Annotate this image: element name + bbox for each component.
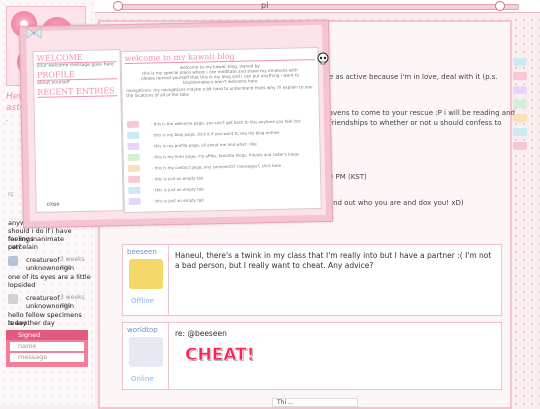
sidebar-sticker-icon — [513, 142, 527, 150]
message-panel: Signed name message — [6, 330, 88, 367]
sidebar-sticker-icon — [513, 114, 527, 122]
blog-notice: navigations: my navigations maybe a bit … — [126, 84, 313, 99]
post-author-panel: beeseen Offline — [123, 245, 169, 315]
tab-icon — [127, 153, 140, 162]
footer-text: Thi ... — [272, 398, 358, 407]
bow-icon — [26, 27, 42, 39]
post-reply-to[interactable]: re: @beeseen — [175, 329, 495, 339]
scroll-end-knob[interactable] — [495, 1, 505, 11]
top-tab-label[interactable]: pl — [261, 1, 268, 10]
chat-avatar[interactable] — [8, 294, 18, 304]
status-badge: Offline — [131, 297, 154, 305]
nav-entry[interactable]: - this is just an empty tab — [128, 193, 315, 206]
post-card: worldtop Online re: @beeseen CHEAT! — [122, 322, 502, 390]
bg-post-text: heavens to come to your rescue :P i will… — [320, 109, 515, 117]
chat-username-sub: unknownorigin — [26, 302, 75, 310]
tab-icon — [128, 197, 141, 206]
chat-username[interactable]: creatureof — [26, 294, 60, 302]
name-field[interactable]: name — [10, 342, 84, 351]
top-scrollbar[interactable]: pl — [95, 0, 540, 13]
tab-icon — [127, 142, 140, 151]
post-avatar[interactable] — [129, 259, 163, 289]
scroll-track[interactable] — [117, 4, 519, 10]
tab-icon — [126, 120, 140, 129]
cheat-sticker: CHEAT! — [185, 345, 255, 366]
scroll-start-knob[interactable] — [113, 1, 123, 11]
welcome-sub: your welcome message goes here — [36, 62, 114, 69]
chat-text: one of its eyes are a little — [8, 273, 91, 281]
blog-card: welcome to my kawaii blog welcome to my … — [120, 47, 322, 214]
sidebar-sticker-icon — [513, 100, 527, 108]
post-username[interactable]: beeseen — [127, 248, 157, 256]
bg-post-text: to friendships to whether or not u shoul… — [320, 119, 502, 127]
post-author-panel: worldtop Online — [123, 323, 169, 389]
chat-text: cat? — [8, 243, 22, 251]
tab-icon — [128, 175, 141, 184]
chat-text: lopsided — [8, 281, 36, 289]
post-avatar[interactable] — [129, 337, 163, 367]
popup-inner: WELCOME your welcome message goes here P… — [26, 24, 326, 222]
recent-entries-title: RECENT ENTRIES — [37, 86, 118, 98]
post-username[interactable]: worldtop — [127, 326, 158, 334]
sidebar-sticker-icon — [513, 128, 527, 136]
chat-text: is another day — [8, 319, 55, 327]
tab-icon — [127, 164, 140, 173]
message-field[interactable]: message — [10, 353, 84, 362]
bg-post-text: me as active because i'm in love, deal w… — [322, 73, 498, 81]
chat-username[interactable]: creatureof — [26, 256, 60, 264]
bg-post-text: u find out who you are and dox you! xD) — [322, 199, 464, 207]
tab-icon — [127, 131, 140, 140]
chat-username-sub: unknownorigin — [26, 264, 75, 272]
chat-section-label: rc — [8, 190, 15, 198]
sidebar-sticker-icon — [513, 72, 527, 80]
chat-avatar[interactable] — [8, 256, 18, 266]
blog-preview-popup[interactable]: WELCOME your welcome message goes here P… — [18, 19, 334, 229]
post-card: beeseen Offline Haneul, there's a twink … — [122, 244, 502, 316]
sidebar-sticker-icon — [513, 86, 527, 94]
tab-icon — [128, 186, 141, 195]
status-badge: Online — [131, 375, 154, 383]
post-body: Haneul, there's a twink in my class that… — [175, 251, 492, 270]
close-link[interactable]: close — [47, 201, 60, 207]
profile-sub: about yourself — [37, 80, 70, 86]
skull-icon — [317, 52, 329, 65]
info-card: WELCOME your welcome message goes here P… — [32, 49, 124, 213]
message-panel-header: Signed — [6, 330, 88, 340]
sidebar-sticker-icon — [513, 58, 527, 66]
